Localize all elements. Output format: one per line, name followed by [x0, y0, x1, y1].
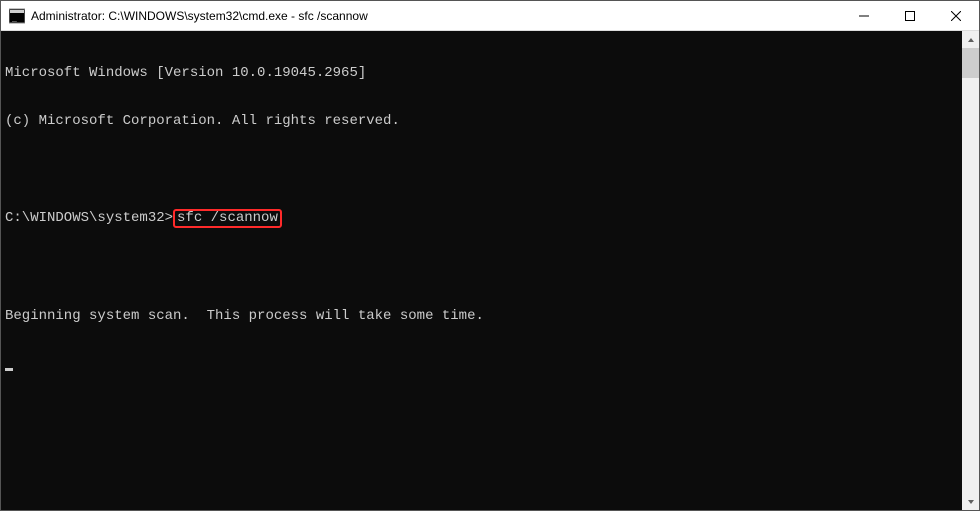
svg-text:_: _ — [12, 13, 17, 22]
terminal-prompt-line: C:\WINDOWS\system32>sfc /scannow — [5, 209, 958, 228]
terminal-blank — [5, 260, 958, 276]
cmd-window: _ Administrator: C:\WINDOWS\system32\cmd… — [0, 0, 980, 511]
scroll-track[interactable] — [962, 48, 979, 493]
cmd-icon: _ — [9, 8, 25, 24]
scroll-down-button[interactable] — [962, 493, 979, 510]
terminal-blank — [5, 161, 958, 177]
window-controls — [841, 1, 979, 30]
cursor-icon — [5, 368, 13, 371]
minimize-button[interactable] — [841, 1, 887, 30]
terminal-output[interactable]: Microsoft Windows [Version 10.0.19045.29… — [1, 31, 962, 510]
prompt-text: C:\WINDOWS\system32> — [5, 210, 173, 226]
terminal-line: Microsoft Windows [Version 10.0.19045.29… — [5, 65, 958, 81]
scroll-thumb[interactable] — [962, 48, 979, 78]
titlebar[interactable]: _ Administrator: C:\WINDOWS\system32\cmd… — [1, 1, 979, 31]
terminal-status: Beginning system scan. This process will… — [5, 308, 958, 324]
window-body: Microsoft Windows [Version 10.0.19045.29… — [1, 31, 979, 510]
maximize-button[interactable] — [887, 1, 933, 30]
terminal-cursor-line — [5, 356, 958, 372]
command-highlight: sfc /scannow — [173, 209, 282, 228]
vertical-scrollbar[interactable] — [962, 31, 979, 510]
terminal-line: (c) Microsoft Corporation. All rights re… — [5, 113, 958, 129]
close-button[interactable] — [933, 1, 979, 30]
window-title: Administrator: C:\WINDOWS\system32\cmd.e… — [31, 9, 841, 23]
scroll-up-button[interactable] — [962, 31, 979, 48]
